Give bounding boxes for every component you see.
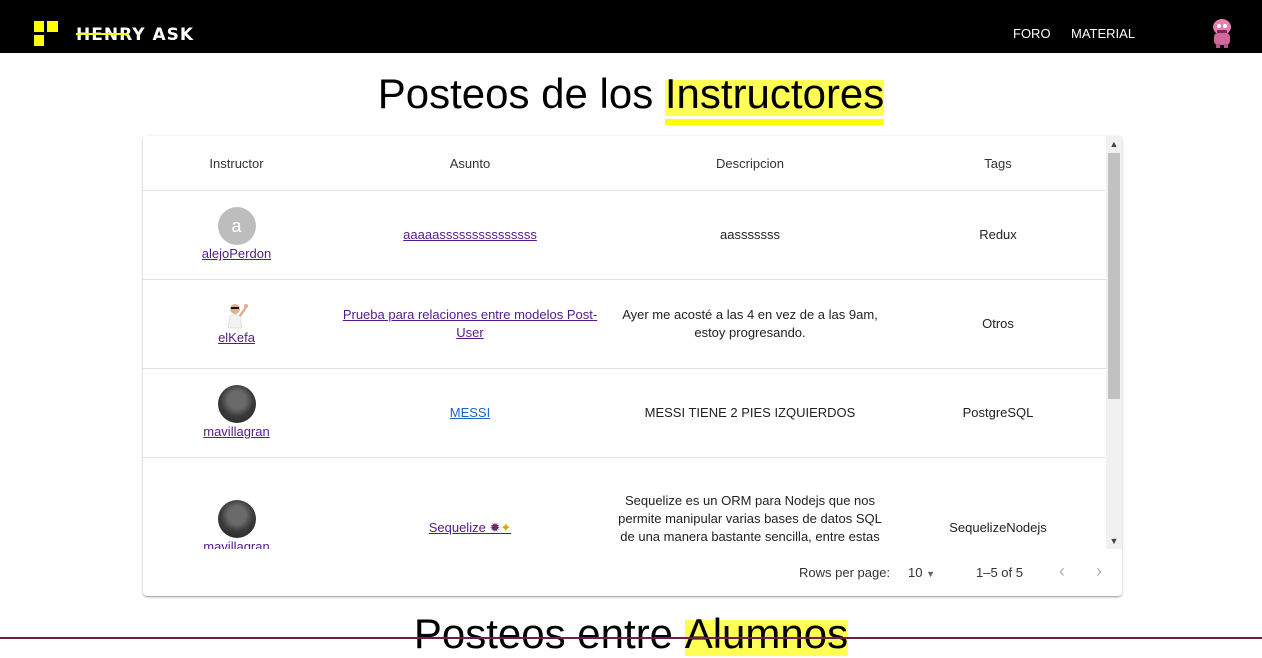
nav-link-material[interactable]: MATERIAL — [1071, 26, 1135, 41]
asunto-link[interactable]: Sequelize ✹✦ — [429, 520, 512, 535]
table-pagination: Rows per page: 10 ▼ 1–5 of 5 ‹ › — [143, 549, 1122, 596]
instructor-posts-table: Instructor Asunto Descripcion Tags a ale… — [143, 136, 1106, 549]
pagination-range: 1–5 of 5 — [976, 565, 1023, 580]
table-row: mavillagran Sequelize ✹✦ Sequelize es un… — [143, 457, 1106, 550]
nav-link-foro[interactable]: FORO — [1013, 26, 1051, 41]
rows-per-page-value: 10 — [908, 565, 923, 580]
descripcion-cell: aasssssss — [610, 190, 890, 280]
table-row: mavillagran MESSI MESSI TIENE 2 PIES IZQ… — [143, 368, 1106, 458]
table-scroll-area[interactable]: Instructor Asunto Descripcion Tags a ale… — [143, 136, 1106, 549]
prev-page-icon[interactable]: ‹ — [1059, 561, 1065, 582]
scroll-thumb[interactable] — [1108, 153, 1120, 399]
user-avatar-icon[interactable] — [1208, 16, 1236, 49]
descripcion-cell: Ayer me acosté a las 4 en vez de a las 9… — [610, 279, 890, 369]
asunto-link[interactable]: Prueba para relaciones entre modelos Pos… — [343, 307, 597, 340]
gear-emoji-icon: ✹ — [489, 519, 501, 535]
sparkle-emoji-icon: ✦ — [500, 519, 512, 535]
rows-per-page-label: Rows per page: — [799, 565, 891, 580]
page-bottom-border — [0, 637, 1262, 639]
tags-cell: PostgreSQL — [890, 368, 1106, 458]
page-title-highlight: Instructores — [664, 70, 885, 125]
next-title-highlight: Alumnos — [684, 610, 849, 658]
next-title-prefix: Posteos entre — [413, 610, 685, 657]
top-navbar: HENRY ASK FORO MATERIAL — [0, 0, 1262, 53]
instructor-link[interactable]: alejoPerdon — [202, 245, 271, 263]
table-row: a alejoPerdon aaaaasssssssssssssss aasss… — [143, 190, 1106, 280]
page-title: Posteos de los Instructores — [0, 70, 1262, 125]
table-row: elKefa Prueba para relaciones entre mode… — [143, 279, 1106, 369]
descripcion-cell: Sequelize es un ORM para Nodejs que nos … — [610, 457, 890, 549]
instructor-link[interactable]: elKefa — [218, 329, 255, 347]
asunto-link[interactable]: aaaaasssssssssssssss — [403, 227, 537, 242]
asunto-link[interactable]: MESSI — [450, 405, 490, 420]
header-instructor[interactable]: Instructor — [143, 136, 330, 191]
next-title-highlight-text: Alumnos — [684, 610, 849, 657]
posts-table-card: Instructor Asunto Descripcion Tags a ale… — [143, 136, 1122, 596]
tags-cell: SequelizeNodejs — [890, 457, 1106, 549]
instructor-link[interactable]: mavillagran — [203, 538, 269, 550]
rows-per-page-select[interactable]: 10 ▼ — [908, 565, 935, 580]
tags-cell: Redux — [890, 190, 1106, 280]
henry-logo-icon[interactable] — [34, 21, 58, 46]
dropdown-arrow-icon: ▼ — [926, 569, 936, 579]
table-header-row: Instructor Asunto Descripcion Tags — [143, 136, 1106, 191]
avatar — [217, 385, 256, 423]
avatar — [217, 499, 256, 538]
instructor-link[interactable]: mavillagran — [203, 423, 269, 441]
scroll-down-arrow-icon[interactable]: ▼ — [1106, 533, 1122, 549]
next-page-icon[interactable]: › — [1096, 561, 1102, 582]
avatar: a — [217, 207, 256, 245]
brand-strike — [76, 33, 129, 35]
header-tags[interactable]: Tags — [890, 136, 1106, 191]
table-scrollbar[interactable]: ▲ ▼ — [1106, 136, 1122, 549]
avatar — [227, 304, 248, 329]
page-title-highlight-text: Instructores — [664, 70, 885, 117]
brand-name[interactable]: HENRY ASK — [76, 25, 194, 45]
header-descripcion[interactable]: Descripcion — [610, 136, 890, 191]
tags-cell: Otros — [890, 279, 1106, 369]
scroll-up-arrow-icon[interactable]: ▲ — [1106, 136, 1122, 152]
page-title-prefix: Posteos de los — [377, 70, 665, 117]
asunto-text: Sequelize — [428, 519, 486, 535]
next-section-title: Posteos entre Alumnos — [0, 610, 1262, 658]
descripcion-cell: MESSI TIENE 2 PIES IZQUIERDOS — [610, 368, 890, 458]
header-asunto[interactable]: Asunto — [330, 136, 610, 191]
